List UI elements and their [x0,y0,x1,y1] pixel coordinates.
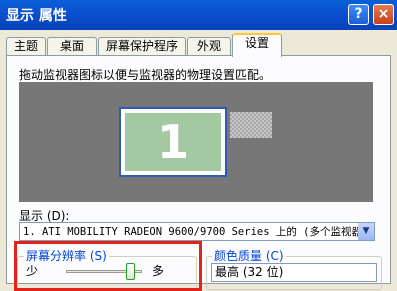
chevron-down-icon[interactable]: ▼ [358,223,374,240]
monitor-1[interactable]: 1 [119,107,227,177]
close-button[interactable]: × [373,4,394,25]
monitor-2[interactable] [230,112,272,138]
tab-appearance[interactable]: 外观 [187,37,231,55]
tab-themes[interactable]: 主题 [6,37,46,55]
title-bar: 显示 属性 ? × [0,0,397,30]
tab-settings[interactable]: 设置 [232,33,282,57]
display-select-value: 1. ATI MOBILITY RADEON 9600/9700 Series … [23,226,363,238]
tab-desktop[interactable]: 桌面 [47,37,97,55]
color-quality-value: 最高 (32 位) [215,265,284,279]
monitor-1-number: 1 [125,113,221,171]
display-select[interactable]: 1. ATI MOBILITY RADEON 9600/9700 Series … [19,222,375,241]
color-quality-select[interactable]: 最高 (32 位) [211,263,377,282]
color-quality-title: 颜色质量 (C) [212,247,286,264]
instruction-text: 拖动监视器图标以便与监视器的物理设置匹配。 [19,68,272,82]
help-button[interactable]: ? [348,4,369,25]
tab-screensaver[interactable]: 屏幕保护程序 [98,37,186,55]
window-title: 显示 属性 [6,8,67,24]
